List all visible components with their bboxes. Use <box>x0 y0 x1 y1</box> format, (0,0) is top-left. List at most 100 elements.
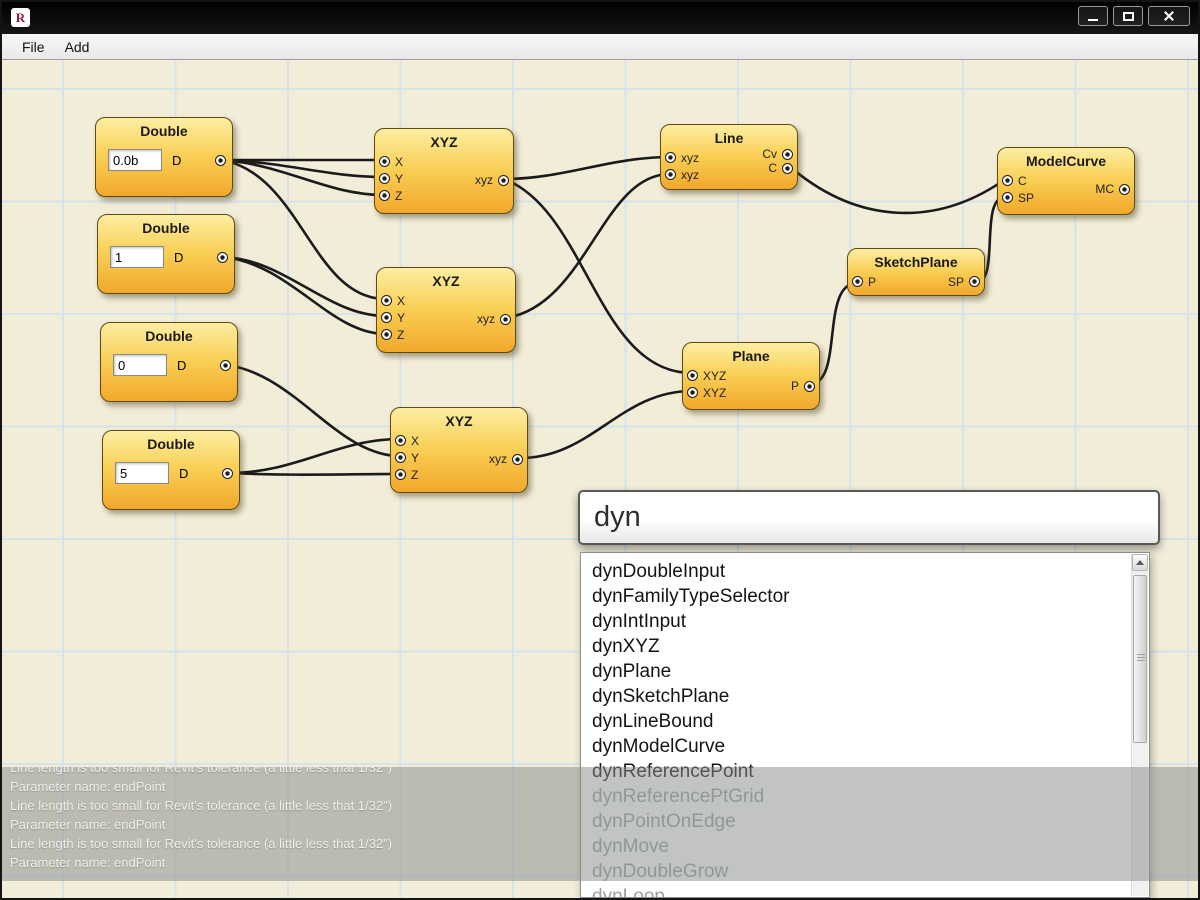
node-sketchplane[interactable]: SketchPlane P SP <box>847 248 985 296</box>
port-label: Y <box>411 451 419 465</box>
input-port-x[interactable] <box>395 435 406 446</box>
output-port[interactable] <box>1119 184 1130 195</box>
input-port-xyz1[interactable] <box>665 152 676 163</box>
list-item[interactable]: dynModelCurve <box>581 734 1149 759</box>
port-label: SP <box>1018 191 1034 205</box>
node-plane[interactable]: Plane XYZ XYZ P <box>682 342 820 410</box>
minimize-icon <box>1088 19 1098 21</box>
port-label: D <box>172 153 181 168</box>
output-port[interactable] <box>217 252 228 263</box>
port-label: D <box>177 358 186 373</box>
wire <box>504 179 692 373</box>
node-title: SketchPlane <box>848 249 984 273</box>
list-item[interactable]: dynReferencePtGrid <box>581 784 1149 809</box>
list-item[interactable]: dynSketchPlane <box>581 684 1149 709</box>
port-label: xyz <box>477 312 495 326</box>
dynamo-window: R File Add <box>0 0 1200 900</box>
list-item[interactable]: dynLineBound <box>581 709 1149 734</box>
close-button[interactable] <box>1148 6 1190 26</box>
maximize-button[interactable] <box>1113 6 1143 26</box>
output-port[interactable] <box>498 175 509 186</box>
node-title: Double <box>101 323 237 347</box>
close-icon <box>1163 10 1175 22</box>
results-scrollbar[interactable] <box>1131 554 1148 896</box>
input-port-x[interactable] <box>381 295 392 306</box>
node-title: Double <box>103 431 239 455</box>
double-value-input[interactable] <box>110 246 164 268</box>
input-port-sp[interactable] <box>1002 192 1013 203</box>
minimize-button[interactable] <box>1078 6 1108 26</box>
wire <box>222 160 384 195</box>
input-port-z[interactable] <box>395 469 406 480</box>
search-results-list[interactable]: dynDoubleInput dynFamilyTypeSelector dyn… <box>580 552 1150 898</box>
list-item[interactable]: dynXYZ <box>581 634 1149 659</box>
wire <box>222 160 386 299</box>
input-port-x[interactable] <box>379 156 390 167</box>
input-port-y[interactable] <box>381 312 392 323</box>
revit-app-icon[interactable]: R <box>11 8 30 27</box>
port-label: X <box>411 434 419 448</box>
node-canvas[interactable]: Double D Double D Double D Do <box>2 60 1198 898</box>
list-item[interactable]: dynIntInput <box>581 609 1149 634</box>
node-xyz-1[interactable]: XYZ X Y Z xyz <box>374 128 514 214</box>
revit-logo-letter: R <box>16 10 25 26</box>
output-port-c[interactable] <box>782 163 793 174</box>
output-port[interactable] <box>220 360 231 371</box>
input-port-y[interactable] <box>395 452 406 463</box>
node-double-3[interactable]: Double D <box>100 322 238 402</box>
output-port[interactable] <box>512 454 523 465</box>
node-search-box[interactable] <box>578 490 1160 545</box>
scrollbar-thumb[interactable] <box>1133 575 1147 743</box>
node-double-2[interactable]: Double D <box>97 214 235 294</box>
node-line[interactable]: Line xyz xyz Cv C <box>660 124 798 190</box>
menu-add[interactable]: Add <box>55 36 100 58</box>
input-port-z[interactable] <box>379 190 390 201</box>
list-item[interactable]: dynMove <box>581 834 1149 859</box>
title-bar[interactable]: R <box>2 2 1198 34</box>
port-label: D <box>179 466 188 481</box>
node-xyz-2[interactable]: XYZ X Y Z xyz <box>376 267 516 353</box>
output-port[interactable] <box>969 276 980 287</box>
port-label: X <box>397 294 405 308</box>
list-item[interactable]: dynReferencePoint <box>581 759 1149 784</box>
input-port-xyz1[interactable] <box>687 370 698 381</box>
scroll-up-button[interactable] <box>1132 554 1148 571</box>
node-title: Plane <box>683 343 819 367</box>
menu-file[interactable]: File <box>12 36 55 58</box>
port-label: Y <box>397 311 405 325</box>
list-item[interactable]: dynFamilyTypeSelector <box>581 584 1149 609</box>
output-port[interactable] <box>500 314 511 325</box>
node-title: XYZ <box>377 268 515 292</box>
node-modelcurve[interactable]: ModelCurve C SP MC <box>997 147 1135 215</box>
node-double-4[interactable]: Double D <box>102 430 240 510</box>
input-port-xyz2[interactable] <box>687 387 698 398</box>
list-item[interactable]: dynPlane <box>581 659 1149 684</box>
node-title: XYZ <box>391 408 527 432</box>
input-port-y[interactable] <box>379 173 390 184</box>
output-port[interactable] <box>804 381 815 392</box>
search-input[interactable] <box>580 499 1158 536</box>
input-port-z[interactable] <box>381 329 392 340</box>
port-label: Y <box>395 172 403 186</box>
port-label: P <box>868 275 876 289</box>
node-xyz-3[interactable]: XYZ X Y Z xyz <box>390 407 528 493</box>
double-value-input[interactable] <box>113 354 167 376</box>
output-port-cv[interactable] <box>782 149 793 160</box>
node-double-1[interactable]: Double D <box>95 117 233 197</box>
list-item[interactable]: dynPointOnEdge <box>581 809 1149 834</box>
wire <box>229 439 400 473</box>
output-port[interactable] <box>215 155 226 166</box>
list-item[interactable]: dynDoubleInput <box>581 559 1149 584</box>
port-label: C <box>1018 174 1027 188</box>
list-item[interactable]: dynLoop <box>581 884 1149 898</box>
input-port-p[interactable] <box>852 276 863 287</box>
output-port[interactable] <box>222 468 233 479</box>
wire <box>788 165 1007 213</box>
wire <box>227 365 400 456</box>
double-value-input[interactable] <box>108 149 162 171</box>
node-title: Double <box>96 118 232 142</box>
double-value-input[interactable] <box>115 462 169 484</box>
list-item[interactable]: dynDoubleGrow <box>581 859 1149 884</box>
input-port-xyz2[interactable] <box>665 169 676 180</box>
input-port-c[interactable] <box>1002 175 1013 186</box>
